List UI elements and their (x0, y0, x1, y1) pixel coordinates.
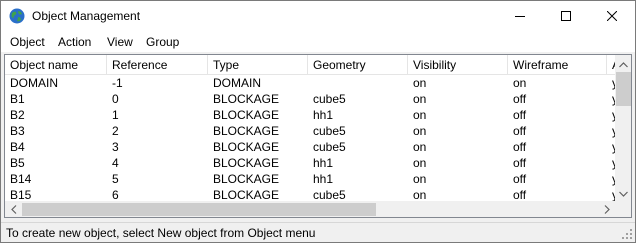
close-icon (606, 10, 618, 24)
title-bar[interactable]: Object Management (1, 1, 635, 32)
column-header-object-name[interactable]: Object name (5, 55, 107, 75)
scroll-up-button[interactable] (615, 55, 631, 72)
cell-type: BLOCKAGE (213, 156, 280, 170)
cell-type: BLOCKAGE (213, 172, 280, 186)
scroll-left-button[interactable] (5, 201, 22, 217)
horizontal-scrollbar[interactable] (5, 201, 615, 217)
cell-object-name: B14 (10, 172, 32, 186)
chevron-down-icon (619, 186, 628, 200)
cell-object-name: B4 (10, 140, 25, 154)
cell-wireframe: off (513, 156, 527, 170)
cell-reference: 4 (112, 156, 119, 170)
cell-reference: -1 (112, 76, 123, 90)
cell-type: BLOCKAGE (213, 140, 280, 154)
cell-visibility: on (413, 76, 427, 90)
vertical-scrollbar[interactable] (615, 55, 631, 201)
object-management-window: Object Management Object Action View Gro… (0, 0, 636, 243)
table-row[interactable]: DOMAIN-1DOMAINonony (5, 75, 618, 91)
minimize-button[interactable] (497, 1, 543, 32)
scroll-down-button[interactable] (615, 184, 631, 201)
maximize-icon (561, 10, 571, 24)
chevron-right-icon (604, 203, 610, 217)
cell-wireframe: off (513, 140, 527, 154)
cell-geometry: hh1 (313, 108, 334, 122)
status-bar: To create new object, select New object … (1, 222, 635, 242)
cell-object-name: DOMAIN (10, 76, 58, 90)
minimize-icon (515, 10, 525, 24)
menu-group[interactable]: Group (146, 35, 179, 49)
cell-wireframe: off (513, 172, 527, 186)
status-text: To create new object, select New object … (6, 226, 316, 240)
cell-wireframe: off (513, 124, 527, 138)
cell-geometry: hh1 (313, 156, 334, 170)
cell-visibility: on (413, 108, 427, 122)
cell-reference: 3 (112, 140, 119, 154)
table-row[interactable]: B43BLOCKAGEcube5onoffy (5, 139, 618, 155)
window-title: Object Management (32, 9, 141, 23)
cell-reference: 5 (112, 172, 119, 186)
cell-geometry: cube5 (313, 92, 346, 106)
menu-object[interactable]: Object (10, 35, 45, 49)
column-header-visibility[interactable]: Visibility (408, 55, 508, 75)
cell-visibility: on (413, 172, 427, 186)
chevron-up-icon (619, 57, 628, 71)
cell-type: BLOCKAGE (213, 92, 280, 106)
cell-object-name: B1 (10, 92, 25, 106)
menu-action[interactable]: Action (58, 35, 91, 49)
cell-geometry: hh1 (313, 172, 334, 186)
cell-type: DOMAIN (213, 76, 261, 90)
scroll-right-button[interactable] (598, 201, 615, 217)
cell-type: BLOCKAGE (213, 124, 280, 138)
resize-grip-icon[interactable] (621, 228, 633, 240)
table-row[interactable]: B32BLOCKAGEcube5onoffy (5, 123, 618, 139)
cell-reference: 0 (112, 92, 119, 106)
column-header-geometry[interactable]: Geometry (308, 55, 408, 75)
globe-icon (9, 8, 25, 24)
cell-visibility: on (413, 92, 427, 106)
cell-reference: 1 (112, 108, 119, 122)
horizontal-scroll-thumb[interactable] (22, 203, 376, 216)
cell-visibility: on (413, 124, 427, 138)
cell-geometry: cube5 (313, 124, 346, 138)
chevron-left-icon (10, 203, 17, 217)
cell-visibility: on (413, 140, 427, 154)
cell-object-name: B3 (10, 124, 25, 138)
cell-geometry: cube5 (313, 140, 346, 154)
cell-wireframe: off (513, 108, 527, 122)
cell-geometry (308, 75, 408, 91)
cell-reference: 2 (112, 124, 119, 138)
table-row[interactable]: B145BLOCKAGEhh1onoffy (5, 171, 618, 187)
column-header-type[interactable]: Type (208, 55, 308, 75)
column-header-row: Object name Reference Type Geometry Visi… (5, 55, 620, 75)
table-row[interactable]: B10BLOCKAGEcube5onoffy (5, 91, 618, 107)
close-button[interactable] (589, 1, 635, 32)
cell-wireframe: on (513, 76, 527, 90)
cell-type: BLOCKAGE (213, 108, 280, 122)
table-row[interactable]: B21BLOCKAGEhh1onoffy (5, 107, 618, 123)
menu-bar: Object Action View Group (1, 32, 635, 52)
column-header-reference[interactable]: Reference (107, 55, 208, 75)
scrollbar-corner (615, 201, 631, 217)
object-list[interactable]: Object name Reference Type Geometry Visi… (4, 54, 632, 218)
column-header-wireframe[interactable]: Wireframe (508, 55, 607, 75)
menu-view[interactable]: View (107, 35, 133, 49)
cell-object-name: B2 (10, 108, 25, 122)
cell-object-name: B5 (10, 156, 25, 170)
vertical-scroll-thumb[interactable] (616, 72, 631, 106)
table-row[interactable]: B54BLOCKAGEhh1onoffy (5, 155, 618, 171)
maximize-button[interactable] (543, 1, 589, 32)
cell-visibility: on (413, 156, 427, 170)
cell-wireframe: off (513, 92, 527, 106)
